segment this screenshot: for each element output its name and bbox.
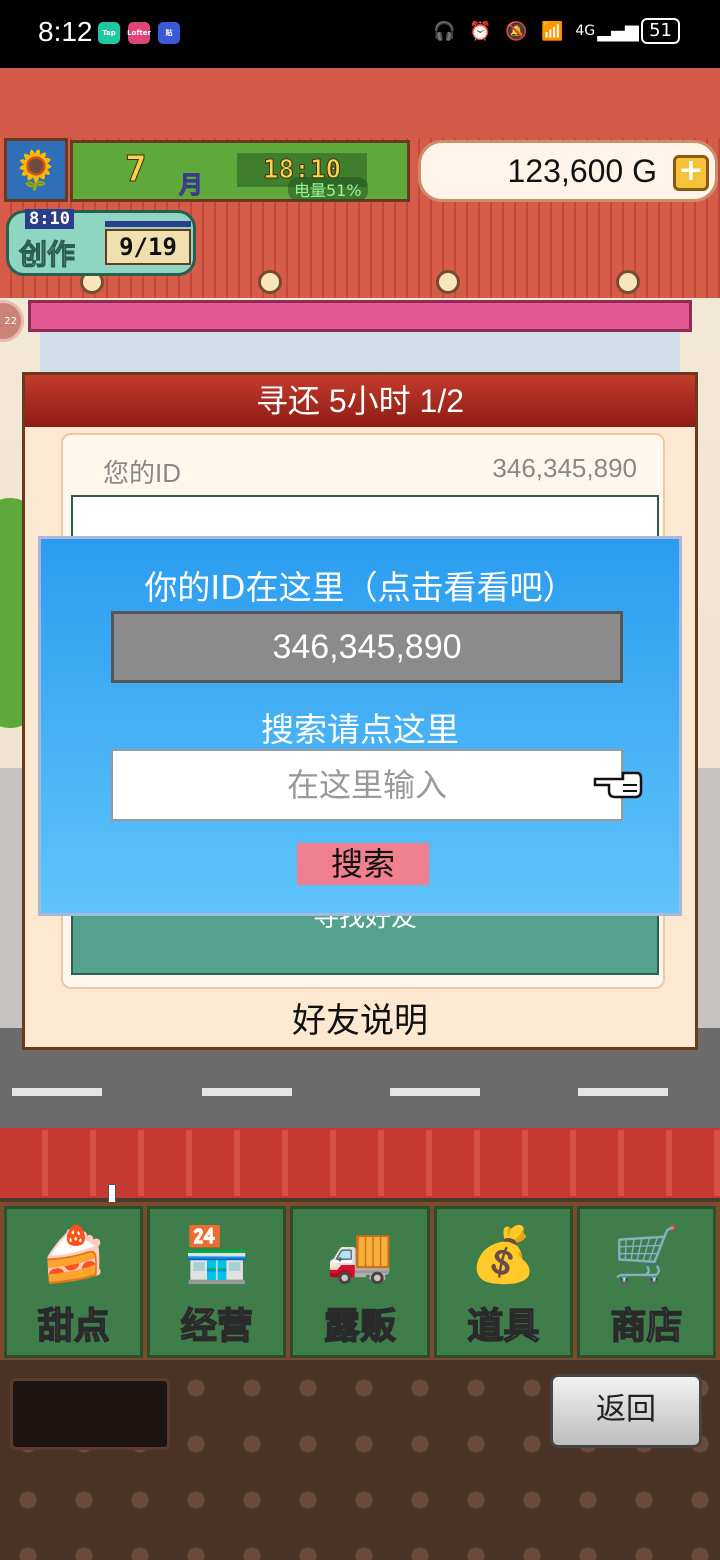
- friend-help-link[interactable]: 好友说明: [25, 993, 695, 1043]
- add-gold-button[interactable]: +: [673, 155, 709, 191]
- shop-icon: 🏪: [183, 1223, 251, 1286]
- road-line: [202, 1088, 292, 1096]
- side-badge[interactable]: 22: [0, 300, 24, 342]
- menu-label: 甜点: [37, 1305, 111, 1348]
- your-id-value: 346,345,890: [492, 453, 637, 483]
- wifi-icon: 📶: [541, 20, 564, 42]
- gold-panel: 123,600 G +: [418, 140, 718, 202]
- month-label: 月: [179, 171, 204, 200]
- bottom-menu: 🍰 甜点 🏪 经营 🚚 露贩 💰 道具 🛒 商店: [0, 1202, 720, 1362]
- lamp-icon: [616, 270, 640, 294]
- battery-overlay: 电量51%: [288, 177, 368, 201]
- menu-label: 道具: [466, 1305, 540, 1348]
- create-badge[interactable]: 8:10 创作 9/19: [6, 209, 196, 276]
- search-hint: 搜索请点这里: [261, 710, 459, 749]
- search-dialog: 你的ID在这里（点击看看吧） 346,345,890 搜索请点这里 搜索: [38, 536, 682, 916]
- empty-slot: [10, 1378, 170, 1450]
- cake-icon: 🍰: [39, 1223, 108, 1286]
- date-panel[interactable]: 7 月 18:10 电量51%: [70, 140, 410, 202]
- mute-icon: 🔕: [505, 20, 528, 42]
- menu-shop[interactable]: 🛒 商店: [576, 1206, 717, 1358]
- road-line: [12, 1088, 102, 1096]
- menu-manage[interactable]: 🏪 经营: [147, 1206, 287, 1358]
- signal-icon: ▂▄▆: [597, 20, 639, 42]
- item-bag-icon: 💰: [469, 1223, 537, 1286]
- gold-value: 123,600 G: [507, 153, 657, 189]
- status-time: 8:12: [38, 16, 93, 47]
- your-id-box[interactable]: 346,345,890: [111, 611, 623, 683]
- month-number: 7: [125, 149, 148, 191]
- tieba-app-icon: 贴: [158, 22, 180, 44]
- create-timer: 8:10: [25, 209, 74, 229]
- lofter-app-icon: Lofter: [127, 22, 151, 44]
- menu-label: 经营: [180, 1305, 254, 1348]
- shop-awning: [28, 300, 692, 332]
- bottom-bar: 返回: [0, 1360, 720, 1560]
- network-type: 4G: [575, 23, 596, 39]
- lamp-icon: [436, 270, 460, 294]
- sunflower-avatar-icon[interactable]: 🌻: [4, 138, 68, 202]
- create-progress-bar: [105, 221, 191, 227]
- panel-title: 寻还 5小时 1/2: [25, 375, 695, 427]
- pointing-hand-icon: [593, 771, 643, 799]
- food-truck-icon: 🚚: [326, 1223, 394, 1286]
- tap-app-icon: Tap: [98, 22, 120, 44]
- alarm-icon: ⏰: [469, 20, 492, 42]
- menu-stall[interactable]: 🚚 露贩: [290, 1206, 430, 1358]
- search-button[interactable]: 搜索: [297, 843, 429, 885]
- status-right-icons: 🎧 ⏰ 🔕 📶 4G ▂▄▆ 51: [431, 18, 680, 44]
- create-count: 9/19: [105, 229, 191, 265]
- search-input[interactable]: [111, 749, 623, 821]
- shopping-cart-icon: 🛒: [612, 1223, 681, 1286]
- status-app-icons: Tap Lofter 贴: [98, 22, 180, 44]
- menu-dessert[interactable]: 🍰 甜点: [4, 1206, 144, 1358]
- menu-items[interactable]: 💰 道具: [433, 1206, 573, 1358]
- dialog-title: 你的ID在这里（点击看看吧）: [144, 568, 576, 607]
- menu-label: 露贩: [323, 1305, 397, 1348]
- lamp-icon: [258, 270, 282, 294]
- status-bar: 8:12 Tap Lofter 贴 🎧 ⏰ 🔕 📶 4G ▂▄▆ 51: [0, 0, 720, 68]
- menu-label: 商店: [610, 1305, 684, 1348]
- create-label: 创作: [18, 238, 76, 272]
- road-line: [578, 1088, 668, 1096]
- headphones-icon: 🎧: [433, 20, 456, 42]
- battery-icon: 51: [641, 18, 680, 44]
- road-line: [390, 1088, 480, 1096]
- back-button[interactable]: 返回: [550, 1374, 702, 1448]
- your-id-row: 您的ID 346,345,890: [103, 443, 637, 493]
- your-id-label: 您的ID: [103, 458, 182, 488]
